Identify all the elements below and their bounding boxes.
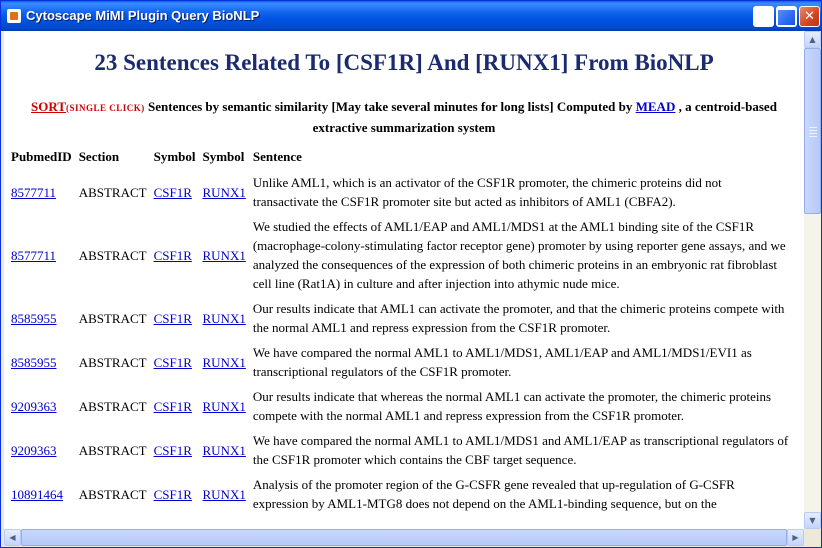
grip-line (809, 127, 817, 128)
section-cell: ABSTRACT (78, 442, 147, 458)
symbol-link-2[interactable]: RUNX1 (203, 185, 246, 200)
sentence-cell: We have compared the normal AML1 to AML1… (252, 345, 752, 379)
title-bar[interactable]: Cytoscape MiMI Plugin Query BioNLP ✕ (1, 1, 821, 31)
horizontal-scroll-thumb[interactable] (21, 529, 787, 546)
sort-description: SORT(SINGLE CLICK) Sentences by semantic… (4, 97, 804, 138)
minimize-button[interactable] (753, 6, 774, 27)
symbol-link-2[interactable]: RUNX1 (203, 399, 246, 414)
sentence-cell: We have compared the normal AML1 to AML1… (252, 433, 789, 467)
symbol-link-1[interactable]: CSF1R (154, 311, 192, 326)
page-heading: 23 Sentences Related To [CSF1R] And [RUN… (94, 50, 714, 75)
close-button[interactable]: ✕ (799, 6, 820, 27)
grip-line (809, 136, 817, 137)
table-row: 9209363 ABSTRACT CSF1R RUNX1 We have com… (9, 429, 791, 471)
sentence-cell: We studied the effects of AML1/EAP and A… (252, 219, 786, 291)
vertical-scrollbar[interactable]: ▲ ▼ (804, 31, 821, 529)
pubmed-link[interactable]: 8585955 (11, 355, 57, 370)
col-symbol-1: Symbol (153, 149, 196, 164)
table-row: 9209363 ABSTRACT CSF1R RUNX1 Our results… (9, 385, 791, 427)
section-cell: ABSTRACT (78, 247, 147, 263)
table-row: 8585955 ABSTRACT CSF1R RUNX1 We have com… (9, 341, 791, 383)
symbol-link-2[interactable]: RUNX1 (203, 311, 246, 326)
close-icon: ✕ (804, 9, 815, 24)
symbol-link-1[interactable]: CSF1R (154, 399, 192, 414)
table-header-row: PubmedID Section Symbol Symbol Sentence (9, 148, 791, 169)
sort-text: Sentences by semantic similarity [May ta… (144, 99, 636, 114)
pubmed-link[interactable]: 9209363 (11, 399, 57, 414)
symbol-link-1[interactable]: CSF1R (154, 487, 192, 502)
col-section: Section (78, 149, 120, 164)
vertical-scroll-thumb[interactable] (804, 48, 821, 214)
table-row: 8577711 ABSTRACT CSF1R RUNX1 We studied … (9, 215, 791, 295)
symbol-link-2[interactable]: RUNX1 (203, 487, 246, 502)
sentences-table: PubmedID Section Symbol Symbol Sentence … (6, 146, 794, 517)
pubmed-link[interactable]: 10891464 (11, 487, 63, 502)
pubmed-link[interactable]: 8577711 (11, 185, 56, 200)
minimize-icon (754, 7, 773, 26)
grip-line (809, 130, 817, 131)
section-cell: ABSTRACT (78, 398, 147, 414)
symbol-link-1[interactable]: CSF1R (154, 355, 192, 370)
pubmed-link[interactable]: 8577711 (11, 248, 56, 263)
table-row: 8577711 ABSTRACT CSF1R RUNX1 Unlike AML1… (9, 171, 791, 213)
section-cell: ABSTRACT (78, 486, 147, 502)
col-pubmedid: PubmedID (11, 149, 72, 164)
symbol-link-2[interactable]: RUNX1 (203, 248, 246, 263)
horizontal-scrollbar[interactable]: ◀ ▶ (4, 529, 804, 546)
section-cell: ABSTRACT (78, 354, 147, 370)
window-title: Cytoscape MiMI Plugin Query BioNLP (26, 8, 260, 23)
col-sentence: Sentence (252, 149, 302, 164)
maximize-icon (777, 7, 796, 26)
java-app-icon (7, 9, 21, 23)
sentence-cell: Our results indicate that AML1 can activ… (252, 301, 785, 335)
scrollbar-corner (804, 529, 821, 546)
symbol-link-1[interactable]: CSF1R (154, 443, 192, 458)
results-pane: 23 Sentences Related To [CSF1R] And [RUN… (4, 31, 804, 529)
sentence-cell: Our results indicate that whereas the no… (252, 389, 772, 423)
app-window: Cytoscape MiMI Plugin Query BioNLP ✕ 23 … (0, 0, 822, 548)
section-cell: ABSTRACT (78, 310, 147, 326)
sentence-cell: Unlike AML1, which is an activator of th… (252, 175, 722, 209)
single-click-note: (SINGLE CLICK) (66, 103, 145, 113)
symbol-link-2[interactable]: RUNX1 (203, 355, 246, 370)
scroll-left-button[interactable]: ◀ (4, 529, 21, 546)
scroll-down-button[interactable]: ▼ (804, 512, 821, 529)
grip-line (809, 133, 817, 134)
pubmed-link[interactable]: 8585955 (11, 311, 57, 326)
sort-link[interactable]: SORT (31, 99, 66, 114)
col-symbol-2: Symbol (202, 149, 245, 164)
table-row: 8585955 ABSTRACT CSF1R RUNX1 Our results… (9, 297, 791, 339)
pubmed-link[interactable]: 9209363 (11, 443, 57, 458)
sentence-cell: Analysis of the promoter region of the G… (252, 477, 735, 511)
symbol-link-2[interactable]: RUNX1 (203, 443, 246, 458)
mead-link[interactable]: MEAD (636, 99, 676, 114)
scroll-up-button[interactable]: ▲ (804, 31, 821, 48)
symbol-link-1[interactable]: CSF1R (154, 248, 192, 263)
scroll-right-button[interactable]: ▶ (787, 529, 804, 546)
table-row: 10891464 ABSTRACT CSF1R RUNX1 Analysis o… (9, 473, 791, 515)
maximize-button[interactable] (776, 6, 797, 27)
symbol-link-1[interactable]: CSF1R (154, 185, 192, 200)
section-cell: ABSTRACT (78, 184, 147, 200)
